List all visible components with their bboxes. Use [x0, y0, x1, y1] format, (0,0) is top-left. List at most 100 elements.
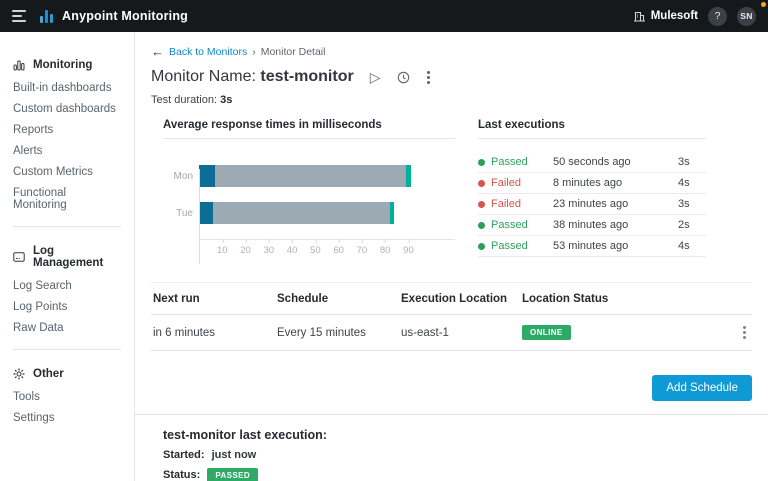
x-tick-label: 20: [240, 245, 251, 256]
chart-x-axis: 102030405060708090: [199, 239, 455, 261]
test-duration: Test duration: 3s: [151, 94, 752, 106]
last-executions-title: Last executions: [478, 119, 706, 139]
execution-status: Failed: [491, 177, 553, 189]
console-icon: [13, 251, 25, 263]
sidebar-item-functional-monitoring[interactable]: Functional Monitoring: [0, 182, 134, 215]
column-header-next-run: Next run: [153, 293, 277, 305]
chart-bar: [199, 202, 455, 224]
sidebar-item-log-points[interactable]: Log Points: [0, 296, 134, 317]
execution-time: 50 seconds ago: [553, 156, 678, 168]
execution-duration: 2s: [678, 219, 706, 231]
sidebar-item-log-search[interactable]: Log Search: [0, 275, 134, 296]
row-kebab-menu-icon[interactable]: [743, 326, 746, 329]
execution-time: 38 minutes ago: [553, 219, 678, 231]
started-value: just now: [212, 449, 257, 461]
execution-row: Failed 23 minutes ago 3s: [478, 194, 706, 215]
execution-duration: 3s: [678, 156, 706, 168]
x-tick-label: 50: [310, 245, 321, 256]
schedule-cell: Every 15 minutes: [277, 327, 401, 339]
chart-bar: [199, 165, 455, 187]
sidebar-section-log-management: Log Management: [0, 238, 134, 275]
history-clock-icon[interactable]: [397, 71, 410, 84]
sidebar: Monitoring Built-in dashboards Custom da…: [0, 32, 135, 481]
sidebar-item-settings[interactable]: Settings: [0, 407, 134, 428]
chart-row: Mon: [163, 165, 455, 187]
x-tick-label: 60: [333, 245, 344, 256]
sidebar-item-reports[interactable]: Reports: [0, 119, 134, 140]
status-dot-icon: [478, 222, 485, 229]
status-line: Status: PASSED: [163, 468, 752, 481]
sidebar-item-raw-data[interactable]: Raw Data: [0, 317, 134, 338]
sidebar-item-alerts[interactable]: Alerts: [0, 140, 134, 161]
breadcrumb: ← Back to Monitors › Monitor Detail: [151, 44, 752, 59]
breadcrumb-separator: ›: [252, 46, 256, 58]
x-tick-label: 30: [264, 245, 275, 256]
chart-bars: Mon Tue: [163, 165, 455, 224]
avatar[interactable]: SN: [737, 7, 756, 26]
sidebar-item-built-in-dashboards[interactable]: Built-in dashboards: [0, 77, 134, 98]
last-execution-title: test-monitor last execution:: [163, 428, 752, 442]
schedule-table-row: in 6 minutes Every 15 minutes us-east-1 …: [151, 315, 752, 351]
sidebar-section-monitoring: Monitoring: [0, 52, 134, 77]
chart-category-label: Mon: [163, 171, 193, 182]
breadcrumb-current: Monitor Detail: [261, 46, 326, 58]
status-dot-icon: [478, 201, 485, 208]
monitor-kebab-menu-icon[interactable]: [427, 71, 430, 74]
execution-row: Passed 53 minutes ago 4s: [478, 236, 706, 257]
notification-dot: [761, 2, 766, 7]
sidebar-item-custom-metrics[interactable]: Custom Metrics: [0, 161, 134, 182]
chart-bar-max-segment: [390, 202, 395, 224]
next-run-cell: in 6 minutes: [153, 327, 277, 339]
execution-duration: 3s: [678, 198, 706, 210]
online-status-badge: ONLINE: [522, 325, 571, 340]
run-monitor-icon[interactable]: ▷: [370, 70, 381, 84]
x-tick-label: 70: [357, 245, 368, 256]
execution-status: Passed: [491, 240, 553, 252]
back-arrow-icon[interactable]: ←: [151, 44, 164, 59]
breadcrumb-back-link[interactable]: Back to Monitors: [169, 46, 247, 58]
schedule-table: Next run Schedule Execution Location Loc…: [151, 282, 752, 351]
chart-bar-min-segment: [199, 202, 213, 224]
execution-time: 53 minutes ago: [553, 240, 678, 252]
execution-duration: 4s: [678, 177, 706, 189]
building-icon: [634, 11, 645, 22]
add-schedule-button[interactable]: Add Schedule: [652, 375, 752, 401]
chart-bar-max-segment: [406, 165, 411, 187]
x-tick-label: 80: [380, 245, 391, 256]
column-header-schedule: Schedule: [277, 293, 401, 305]
execution-status: Passed: [491, 156, 553, 168]
sidebar-item-tools[interactable]: Tools: [0, 386, 134, 407]
execution-status: Passed: [491, 219, 553, 231]
execution-row: Passed 50 seconds ago 3s: [478, 152, 706, 173]
execution-row: Passed 38 minutes ago 2s: [478, 215, 706, 236]
chart-bar-avg-segment: [215, 165, 406, 187]
anypoint-logo-icon: [40, 10, 53, 23]
x-tick-label: 10: [217, 245, 228, 256]
monitor-name: test-monitor: [260, 68, 353, 85]
last-executions-panel: Last executions Passed 50 seconds ago 3s…: [478, 119, 706, 261]
sidebar-divider: [13, 349, 121, 350]
top-bar: Anypoint Monitoring Mulesoft ? SN: [0, 0, 768, 32]
status-dot-icon: [478, 159, 485, 166]
chart-title: Average response times in milliseconds: [163, 119, 455, 139]
execution-location-cell: us-east-1: [401, 327, 522, 339]
column-header-location-status: Location Status: [522, 293, 722, 305]
help-button[interactable]: ?: [708, 7, 727, 26]
gear-icon: [13, 368, 25, 380]
execution-status: Failed: [491, 198, 553, 210]
status-dot-icon: [478, 243, 485, 250]
response-times-panel: Average response times in milliseconds M…: [163, 119, 455, 261]
chart-row: Tue: [163, 202, 455, 224]
sidebar-item-custom-dashboards[interactable]: Custom dashboards: [0, 98, 134, 119]
schedule-table-header: Next run Schedule Execution Location Loc…: [151, 283, 752, 315]
org-switcher[interactable]: Mulesoft: [634, 10, 698, 22]
execution-time: 8 minutes ago: [553, 177, 678, 189]
bar-chart-icon: [13, 59, 25, 71]
x-tick-label: 40: [287, 245, 298, 256]
chart-bar-avg-segment: [213, 202, 390, 224]
last-execution-panel: test-monitor last execution: Started: ju…: [135, 414, 768, 481]
menu-icon[interactable]: [12, 10, 26, 22]
sidebar-section-other: Other: [0, 361, 134, 386]
column-header-execution-location: Execution Location: [401, 293, 522, 305]
execution-row: Failed 8 minutes ago 4s: [478, 173, 706, 194]
